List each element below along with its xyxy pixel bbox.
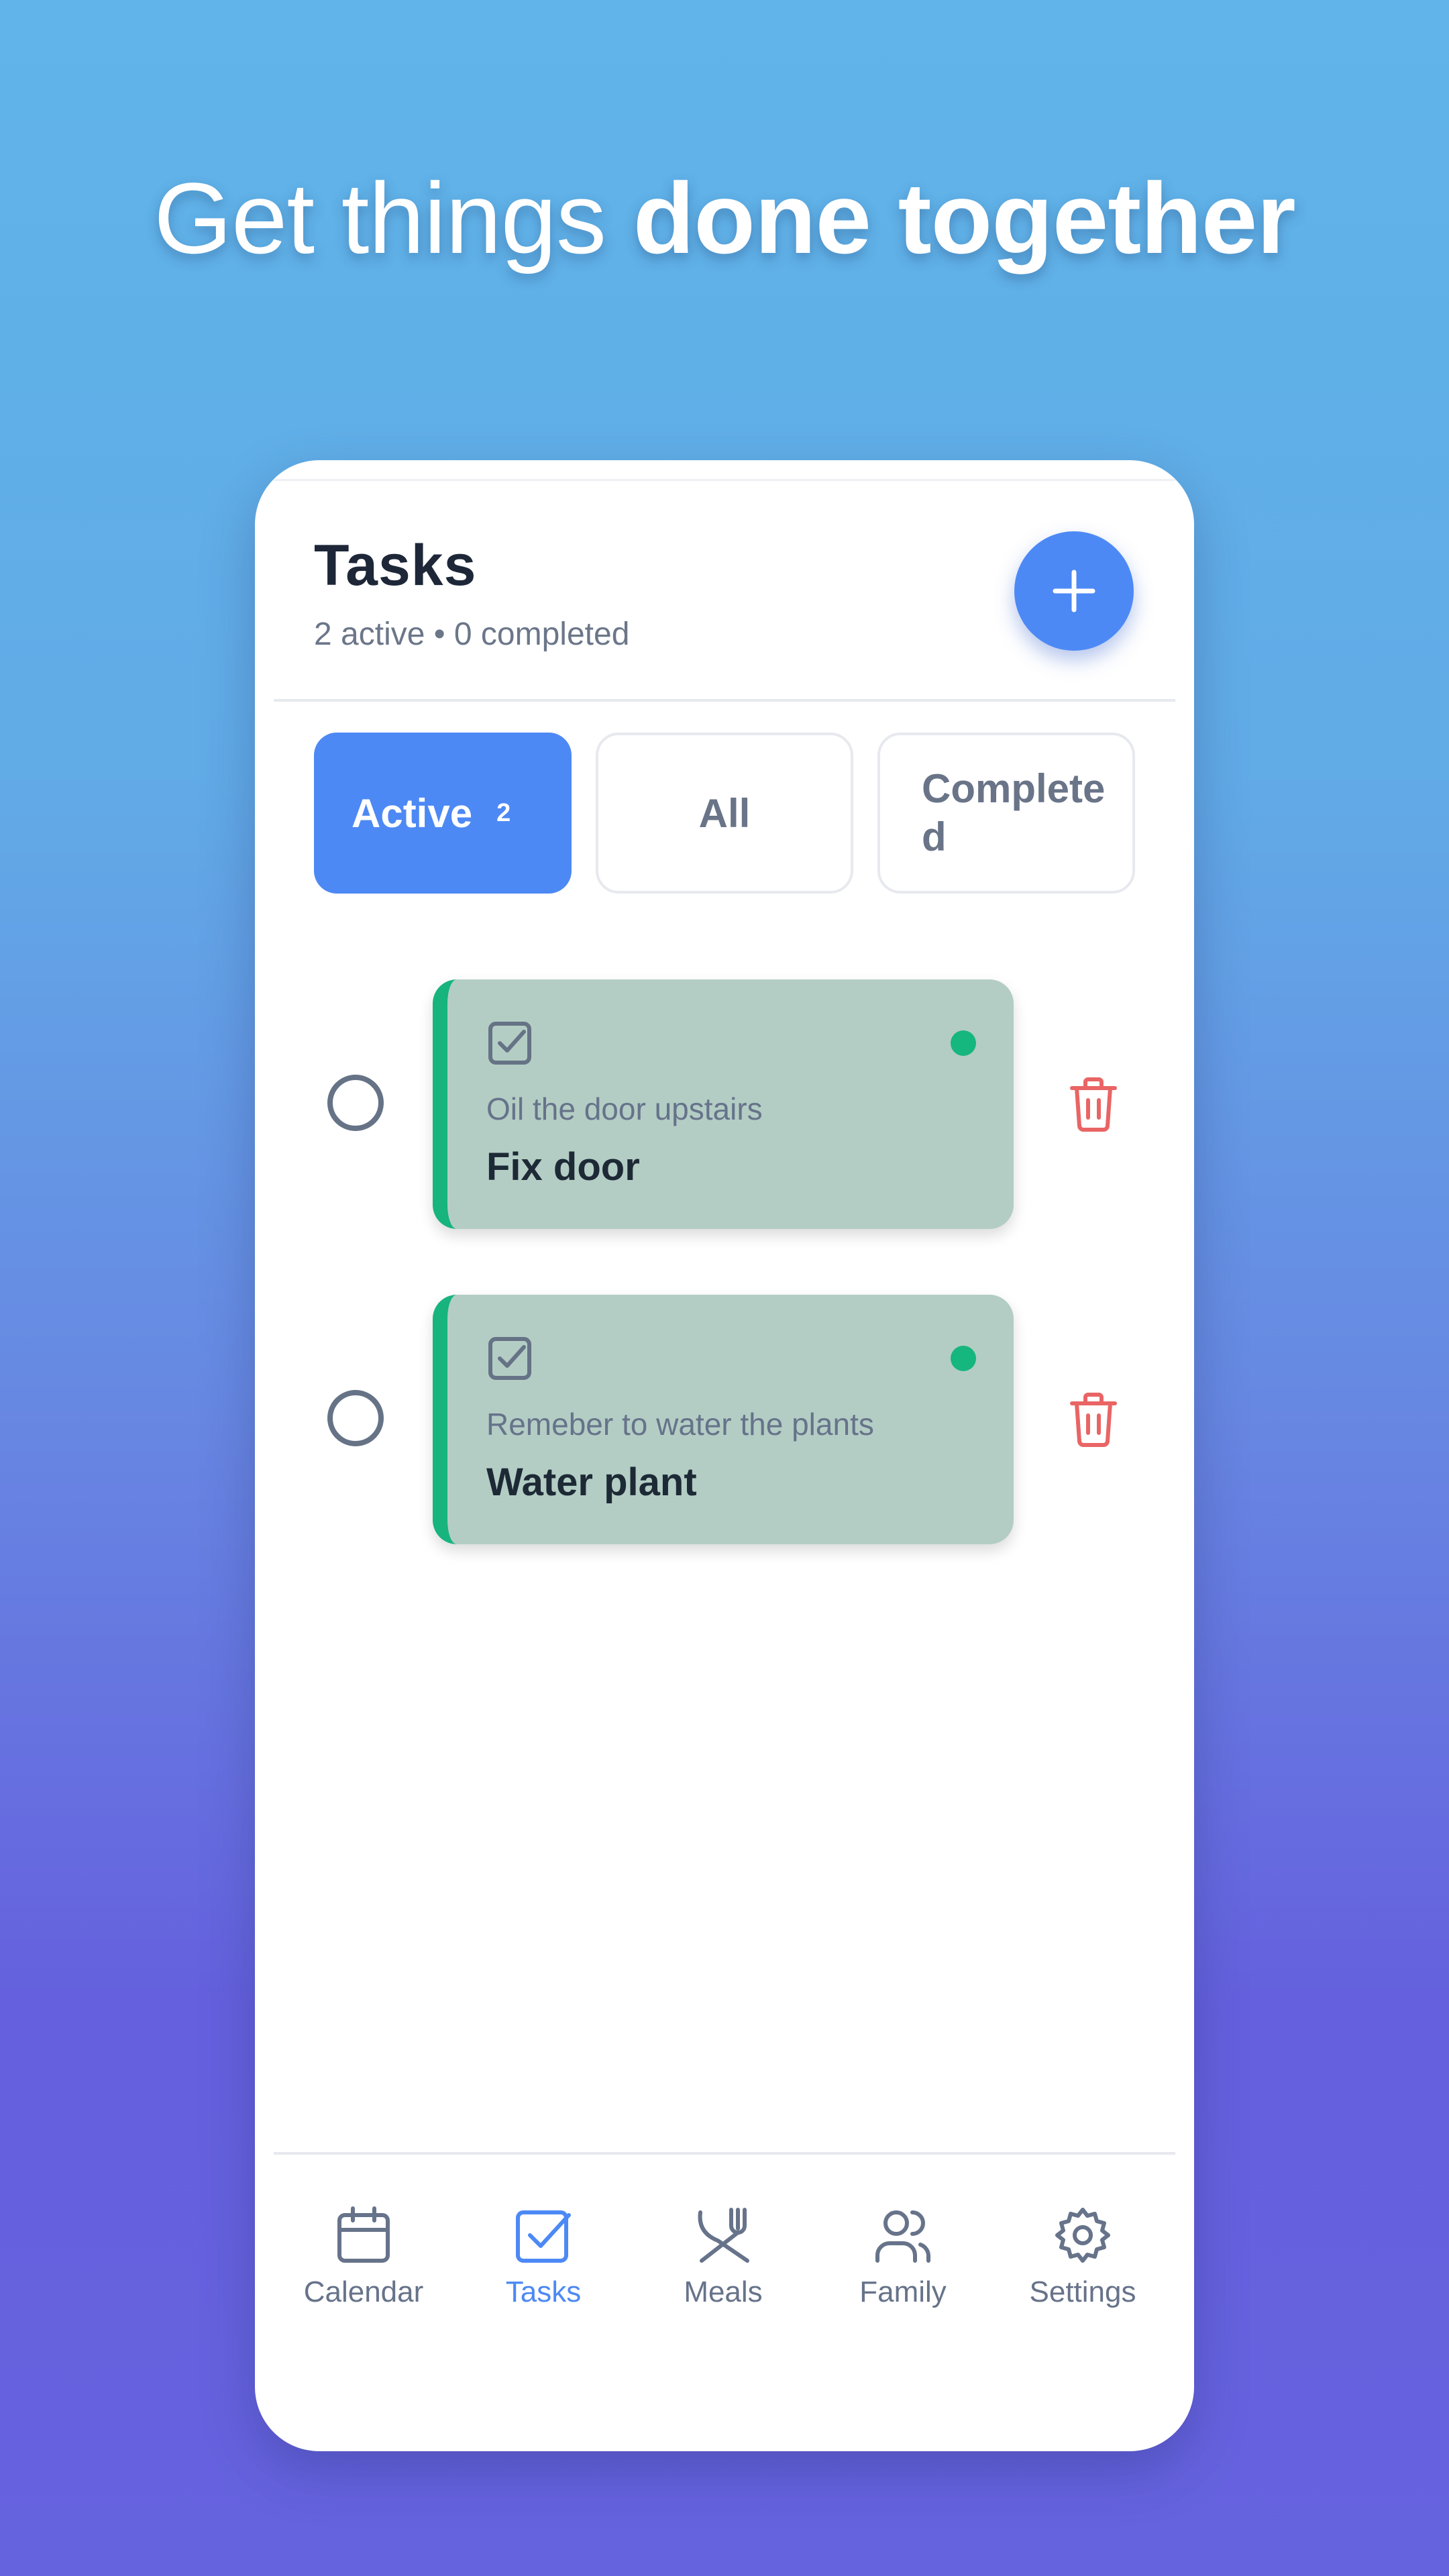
task-card[interactable]: Oil the door upstairs Fix door <box>433 979 1014 1229</box>
tab-all-label: All <box>698 790 751 836</box>
utensils-crossed-icon <box>698 2208 749 2263</box>
task-row: Oil the door upstairs Fix door <box>255 979 1194 1234</box>
tab-active[interactable]: Active 2 <box>314 733 572 894</box>
phone-screen: Tasks 2 active • 0 completed Active 2 Al… <box>255 460 1194 2451</box>
nav-item-settings[interactable]: Settings <box>993 2156 1173 2330</box>
task-description: Oil the door upstairs <box>486 1091 763 1126</box>
task-card[interactable]: Remeber to water the plants Water plant <box>433 1295 1014 1544</box>
nav-item-calendar[interactable]: Calendar <box>274 2156 453 2330</box>
tab-completed[interactable]: Completed <box>877 733 1135 894</box>
nav-item-family[interactable]: Family <box>813 2156 993 2330</box>
status-dot <box>951 1030 976 1056</box>
status-dot <box>951 1346 976 1371</box>
nav-label: Calendar <box>303 2275 424 2308</box>
plus-icon <box>1053 570 1095 612</box>
nav-label: Family <box>859 2275 947 2308</box>
checkbox-icon <box>488 1337 531 1380</box>
status-divider <box>274 479 1175 481</box>
task-complete-toggle[interactable] <box>327 1390 384 1446</box>
task-description: Remeber to water the plants <box>486 1407 874 1442</box>
hero-headline: Get things done together <box>0 161 1449 275</box>
tab-all[interactable]: All <box>596 733 853 894</box>
task-check-icon <box>516 2210 571 2263</box>
task-name: Fix door <box>486 1145 640 1189</box>
gear-icon <box>1055 2208 1110 2263</box>
tab-active-label: Active <box>352 790 473 836</box>
nav-divider <box>274 2152 1175 2155</box>
nav-label: Settings <box>1029 2275 1136 2308</box>
tab-completed-label: Completed <box>922 766 1106 859</box>
trash-icon[interactable] <box>1068 1391 1119 1448</box>
task-summary: 2 active • 0 completed <box>314 616 630 652</box>
tab-active-count: 2 <box>496 798 511 827</box>
nav-item-meals[interactable]: Meals <box>633 2156 813 2330</box>
trash-icon[interactable] <box>1068 1076 1119 1132</box>
checkbox-icon <box>488 1022 531 1065</box>
nav-label: Tasks <box>505 2275 582 2308</box>
page-title: Tasks <box>314 533 477 598</box>
task-complete-toggle[interactable] <box>327 1075 384 1131</box>
task-row: Remeber to water the plants Water plant <box>255 1295 1194 1550</box>
hero-headline-bold: done together <box>633 162 1296 274</box>
task-name: Water plant <box>486 1460 697 1504</box>
nav-label: Meals <box>684 2275 763 2308</box>
header-divider <box>274 699 1175 702</box>
bottom-nav: Calendar Tasks Meals Family Settings <box>274 2156 1175 2330</box>
add-task-button[interactable] <box>1014 531 1134 651</box>
calendar-icon <box>337 2206 390 2263</box>
hero-headline-light: Get things <box>154 162 606 274</box>
nav-item-tasks[interactable]: Tasks <box>453 2156 633 2330</box>
users-icon <box>875 2210 930 2263</box>
